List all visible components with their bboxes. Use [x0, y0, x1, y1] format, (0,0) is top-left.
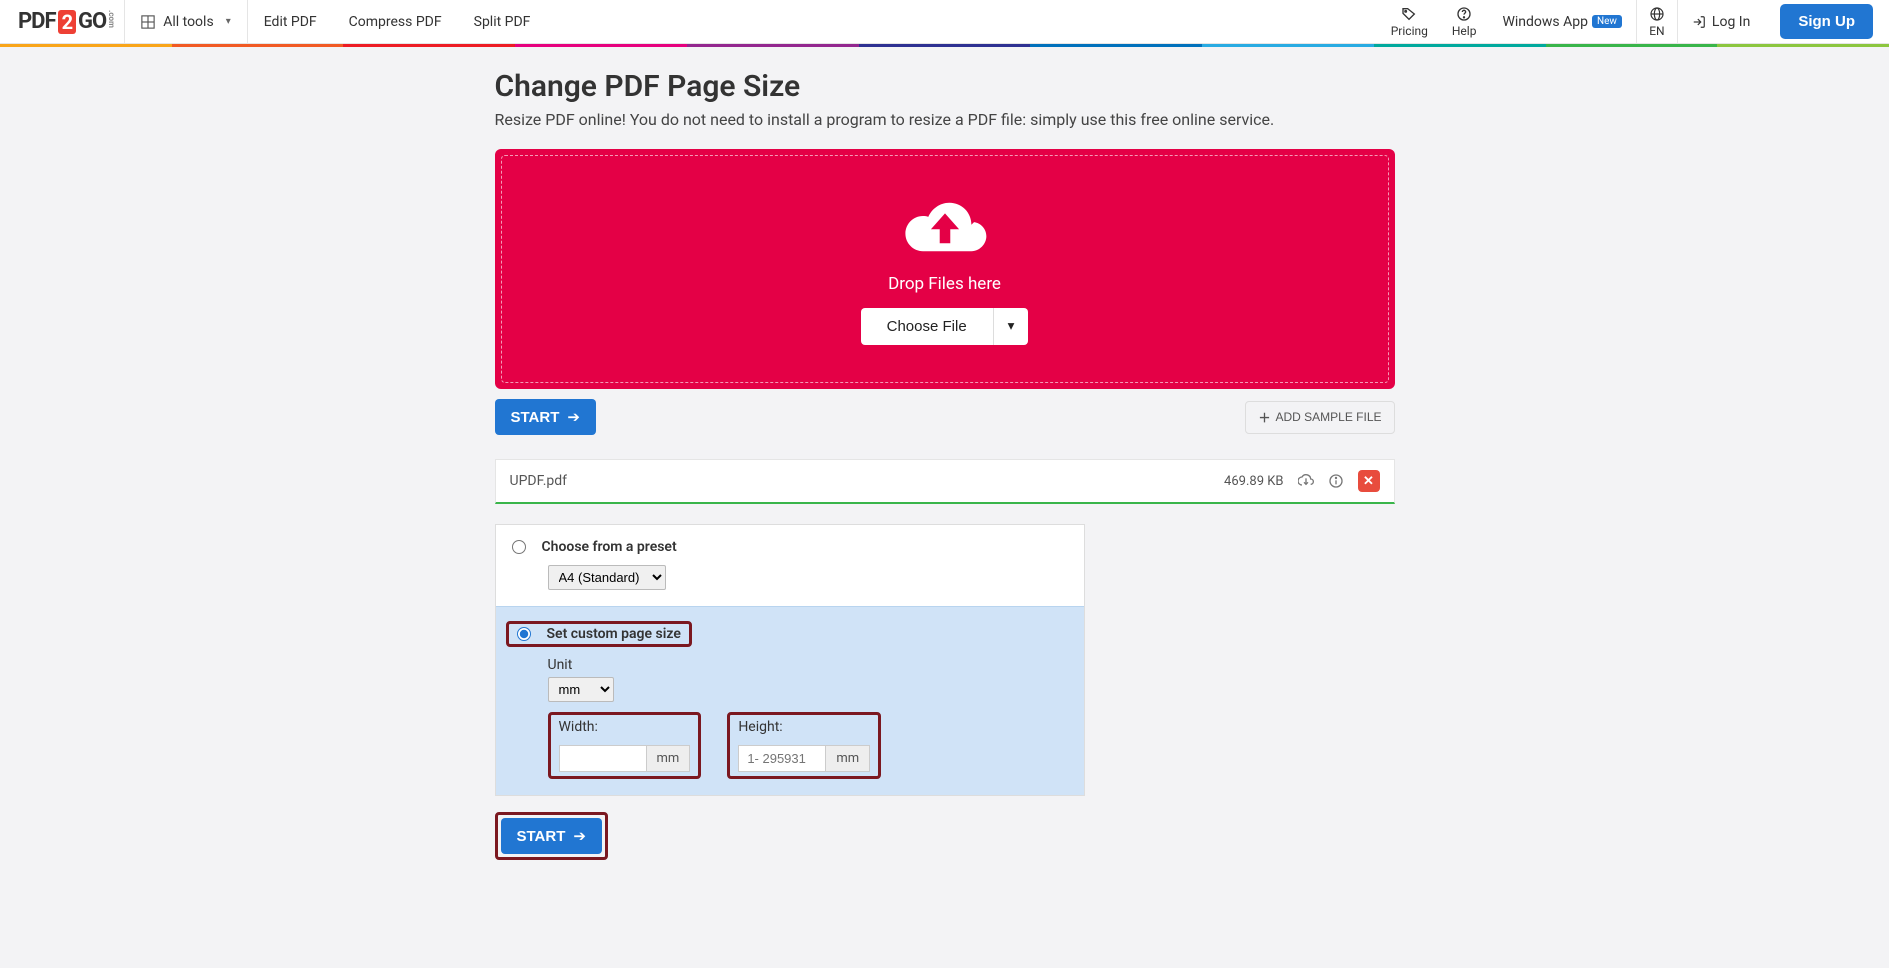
main-container: Change PDF Page Size Resize PDF online! …	[495, 47, 1395, 900]
login-link[interactable]: Log In	[1678, 14, 1764, 30]
language-label: EN	[1649, 24, 1664, 38]
help-label: Help	[1452, 24, 1477, 38]
choose-file-button[interactable]: Choose File	[861, 308, 993, 345]
help-icon	[1456, 6, 1472, 22]
windows-app-label: Windows App	[1502, 14, 1588, 30]
start-label: START	[511, 409, 560, 426]
all-tools-label: All tools	[163, 14, 213, 30]
custom-section: Set custom page size Unit mm Width: mm	[496, 606, 1084, 795]
file-name: UPDF.pdf	[510, 473, 1211, 489]
nav-split-label: Split PDF	[474, 14, 531, 30]
width-unit-suffix: mm	[646, 746, 690, 771]
download-file-button[interactable]	[1298, 473, 1314, 489]
plus-icon: ＋	[1258, 409, 1270, 426]
file-info-button[interactable]	[1328, 473, 1344, 489]
windows-app-link[interactable]: Windows App New	[1488, 14, 1635, 30]
header: PDF 2 GO .com All tools ▾ Edit PDF Compr…	[0, 0, 1889, 44]
nav-edit-label: Edit PDF	[264, 14, 317, 30]
highlight-custom: Set custom page size	[506, 621, 692, 647]
start-button-bottom[interactable]: START ➔	[501, 818, 602, 854]
chevron-down-icon: ▾	[1008, 318, 1015, 334]
page-title: Change PDF Page Size	[495, 69, 1395, 104]
chevron-down-icon: ▾	[226, 16, 231, 27]
signup-button[interactable]: Sign Up	[1780, 4, 1873, 39]
action-row-top: START ➔ ＋ ADD SAMPLE FILE	[495, 399, 1395, 435]
language-switcher[interactable]: EN	[1637, 6, 1677, 38]
arrow-right-icon: ➔	[567, 408, 580, 426]
height-label: Height:	[738, 719, 870, 735]
choose-file-dropdown[interactable]: ▾	[993, 308, 1029, 345]
dropzone-inner: Drop Files here Choose File ▾	[501, 155, 1389, 383]
logo-badge-2: 2	[58, 10, 76, 34]
nav-compress-pdf[interactable]: Compress PDF	[333, 0, 458, 43]
custom-label: Set custom page size	[547, 626, 681, 642]
logo-text-com: .com	[107, 10, 116, 28]
preset-radio[interactable]	[512, 540, 526, 554]
nav-compress-label: Compress PDF	[349, 14, 442, 30]
highlight-width: Width: mm	[548, 712, 702, 779]
nav-split-pdf[interactable]: Split PDF	[458, 0, 547, 43]
drop-label: Drop Files here	[888, 274, 1001, 294]
preset-section: Choose from a preset A4 (Standard)	[496, 525, 1084, 606]
start-button-top[interactable]: START ➔	[495, 399, 596, 435]
unit-select[interactable]: mm	[548, 677, 614, 702]
new-badge: New	[1592, 15, 1622, 28]
logo-text-go: GO	[78, 9, 106, 34]
download-icon	[1298, 473, 1314, 489]
sample-label: ADD SAMPLE FILE	[1275, 410, 1381, 424]
dropzone[interactable]: Drop Files here Choose File ▾	[495, 149, 1395, 389]
tag-icon	[1401, 6, 1417, 22]
login-label: Log In	[1712, 14, 1750, 30]
dimensions-row: Width: mm Height: mm	[548, 712, 1068, 779]
pricing-label: Pricing	[1391, 24, 1428, 38]
logo[interactable]: PDF 2 GO .com	[0, 0, 125, 43]
logo-text-pdf: PDF	[18, 9, 56, 34]
help-link[interactable]: Help	[1440, 6, 1489, 38]
add-sample-file-button[interactable]: ＋ ADD SAMPLE FILE	[1245, 401, 1394, 434]
page-subtitle: Resize PDF online! You do not need to in…	[495, 110, 1395, 129]
all-tools-menu[interactable]: All tools ▾	[125, 0, 247, 43]
highlight-start: START ➔	[495, 812, 608, 860]
width-input[interactable]	[560, 746, 646, 771]
rainbow-divider	[0, 44, 1889, 47]
pricing-link[interactable]: Pricing	[1379, 6, 1440, 38]
height-input[interactable]	[739, 746, 825, 771]
preset-label: Choose from a preset	[542, 539, 677, 555]
cloud-upload-icon	[901, 194, 989, 260]
highlight-height: Height: mm	[727, 712, 881, 779]
options-panel: Choose from a preset A4 (Standard) Set c…	[495, 524, 1085, 796]
remove-file-button[interactable]: ✕	[1358, 470, 1380, 492]
start-label: START	[517, 828, 566, 845]
height-unit-suffix: mm	[825, 746, 869, 771]
nav-edit-pdf[interactable]: Edit PDF	[248, 0, 333, 43]
arrow-right-icon: ➔	[573, 827, 586, 845]
info-icon	[1328, 473, 1344, 489]
file-size: 469.89 KB	[1224, 474, 1283, 489]
grid-icon	[141, 15, 155, 29]
file-row: UPDF.pdf 469.89 KB ✕	[495, 459, 1395, 504]
width-input-group: mm	[559, 745, 691, 772]
globe-icon	[1649, 6, 1665, 22]
width-label: Width:	[559, 719, 691, 735]
close-icon: ✕	[1363, 474, 1374, 489]
unit-label: Unit	[548, 657, 1068, 673]
choose-file-group: Choose File ▾	[861, 308, 1029, 345]
preset-select[interactable]: A4 (Standard)	[548, 565, 666, 590]
custom-radio[interactable]	[517, 627, 531, 641]
login-icon	[1692, 15, 1706, 29]
height-input-group: mm	[738, 745, 870, 772]
